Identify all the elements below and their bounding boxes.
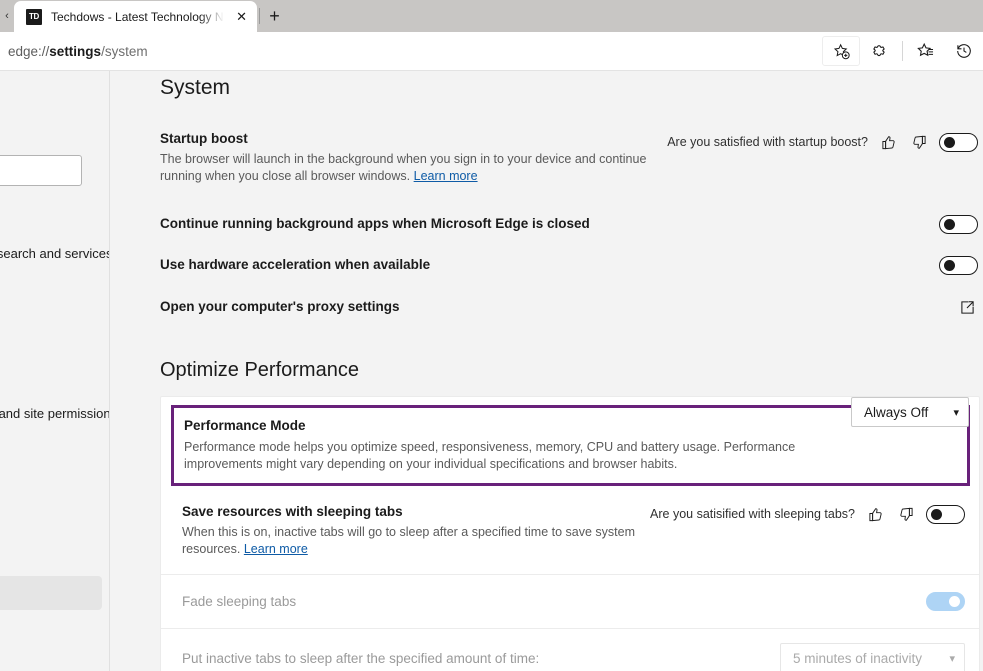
setting-row-inactive-timer: Put inactive tabs to sleep after the spe… bbox=[161, 628, 979, 671]
tab-scroll-left-button[interactable]: ‹ bbox=[0, 0, 14, 32]
toggle-knob bbox=[931, 508, 942, 520]
url-path: /system bbox=[101, 43, 148, 59]
inactive-timer-dropdown-value: 5 minutes of inactivity bbox=[793, 650, 923, 666]
sleeping-tabs-toggle[interactable] bbox=[926, 504, 965, 524]
url-host: settings bbox=[49, 43, 102, 59]
edge-browser-window: ‹ TD Techdows - Latest Technology N ✕ + … bbox=[0, 0, 983, 671]
inactive-timer-label: Put inactive tabs to sleep after the spe… bbox=[182, 650, 540, 666]
external-link-icon[interactable] bbox=[956, 296, 978, 318]
performance-card: Performance Mode Performance mode helps … bbox=[160, 396, 980, 671]
close-icon[interactable]: ✕ bbox=[233, 8, 251, 26]
tab-favicon-icon: TD bbox=[26, 8, 42, 25]
chevron-down-icon: ▾ bbox=[953, 406, 959, 419]
setting-row-hardware-acceleration: Use hardware acceleration when available bbox=[160, 255, 980, 275]
settings-search-input[interactable] bbox=[0, 155, 82, 186]
browser-tab[interactable]: TD Techdows - Latest Technology N ✕ bbox=[14, 1, 257, 32]
startup-boost-feedback-text: Are you satisfied with startup boost? bbox=[667, 135, 868, 149]
thumbs-up-icon[interactable] bbox=[877, 131, 899, 153]
setting-row-startup-boost: Startup boost The browser will launch in… bbox=[160, 129, 980, 185]
toggle-knob bbox=[944, 136, 955, 148]
tab-strip: ‹ TD Techdows - Latest Technology N ✕ + bbox=[0, 0, 983, 32]
settings-sidebar: Privacy, search and services Cookies and… bbox=[0, 71, 110, 671]
sidebar-item-label: Privacy, search and services bbox=[0, 245, 110, 261]
toggle-knob bbox=[949, 596, 960, 607]
performance-mode-row: Performance Mode Performance mode helps … bbox=[171, 397, 970, 486]
startup-boost-toggle[interactable] bbox=[939, 132, 978, 152]
sleeping-tabs-learn-more-link[interactable]: Learn more bbox=[244, 542, 308, 556]
history-icon[interactable] bbox=[945, 36, 983, 66]
toolbar-divider bbox=[902, 41, 903, 61]
url-scheme: edge:// bbox=[8, 43, 50, 59]
sleeping-tabs-description: When this is on, inactive tabs will go t… bbox=[182, 524, 650, 558]
thumbs-down-icon[interactable] bbox=[895, 503, 917, 525]
add-favorite-icon[interactable] bbox=[822, 36, 860, 66]
background-apps-toggle[interactable] bbox=[939, 214, 978, 234]
toggle-knob bbox=[944, 259, 955, 271]
sleeping-tabs-title: Save resources with sleeping tabs bbox=[182, 504, 403, 519]
performance-mode-title: Performance Mode bbox=[184, 418, 306, 433]
startup-boost-title: Startup boost bbox=[160, 131, 248, 146]
sidebar-item-languages[interactable]: Languages bbox=[0, 656, 102, 671]
browser-toolbar: edge://settings/system bbox=[0, 32, 983, 71]
thumbs-down-icon[interactable] bbox=[908, 131, 930, 153]
startup-boost-desc-text: The browser will launch in the backgroun… bbox=[160, 152, 647, 183]
performance-mode-dropdown-value: Always Off bbox=[864, 404, 929, 420]
sidebar-item-label: Cookies and site permissions bbox=[0, 405, 110, 421]
hardware-acceleration-title: Use hardware acceleration when available bbox=[160, 257, 431, 272]
sleeping-tabs-feedback-text: Are you satisified with sleeping tabs? bbox=[650, 507, 855, 521]
fade-sleeping-tabs-label: Fade sleeping tabs bbox=[182, 594, 297, 609]
sidebar-item-label: Languages bbox=[0, 666, 12, 671]
settings-page: Privacy, search and services Cookies and… bbox=[0, 71, 983, 671]
address-bar[interactable]: edge://settings/system bbox=[0, 32, 822, 71]
background-apps-title: Continue running background apps when Mi… bbox=[160, 216, 590, 231]
proxy-settings-title: Open your computer's proxy settings bbox=[160, 299, 400, 314]
extensions-icon[interactable] bbox=[860, 36, 898, 66]
startup-boost-description: The browser will launch in the backgroun… bbox=[160, 151, 660, 185]
hardware-acceleration-toggle[interactable] bbox=[939, 255, 978, 275]
startup-boost-learn-more-link[interactable]: Learn more bbox=[414, 169, 478, 183]
setting-row-background-apps: Continue running background apps when Mi… bbox=[160, 214, 980, 234]
setting-row-fade-sleeping-tabs: Fade sleeping tabs bbox=[161, 574, 979, 628]
setting-row-proxy-settings[interactable]: Open your computer's proxy settings bbox=[160, 296, 980, 318]
fade-sleeping-tabs-toggle[interactable] bbox=[926, 592, 965, 611]
collections-icon[interactable] bbox=[907, 36, 945, 66]
performance-mode-dropdown[interactable]: Always Off ▾ bbox=[851, 397, 969, 427]
setting-row-sleeping-tabs: Save resources with sleeping tabs When t… bbox=[161, 492, 979, 574]
optimize-performance-heading: Optimize Performance bbox=[160, 359, 359, 381]
thumbs-up-icon[interactable] bbox=[864, 503, 886, 525]
page-title: System bbox=[160, 76, 231, 99]
chevron-down-icon: ▾ bbox=[949, 652, 955, 665]
settings-main-pane: System Startup boost The browser will la… bbox=[110, 71, 983, 671]
toggle-knob bbox=[944, 218, 955, 230]
inactive-timer-dropdown[interactable]: 5 minutes of inactivity ▾ bbox=[780, 643, 965, 671]
sidebar-item-cookies[interactable]: Cookies and site permissions bbox=[0, 396, 109, 430]
new-tab-button[interactable]: + bbox=[260, 1, 290, 31]
sidebar-item-privacy[interactable]: Privacy, search and services bbox=[0, 236, 109, 270]
performance-mode-description: Performance mode helps you optimize spee… bbox=[184, 440, 796, 471]
tab-title: Techdows - Latest Technology N bbox=[51, 9, 224, 24]
sidebar-item-system[interactable] bbox=[0, 576, 102, 610]
